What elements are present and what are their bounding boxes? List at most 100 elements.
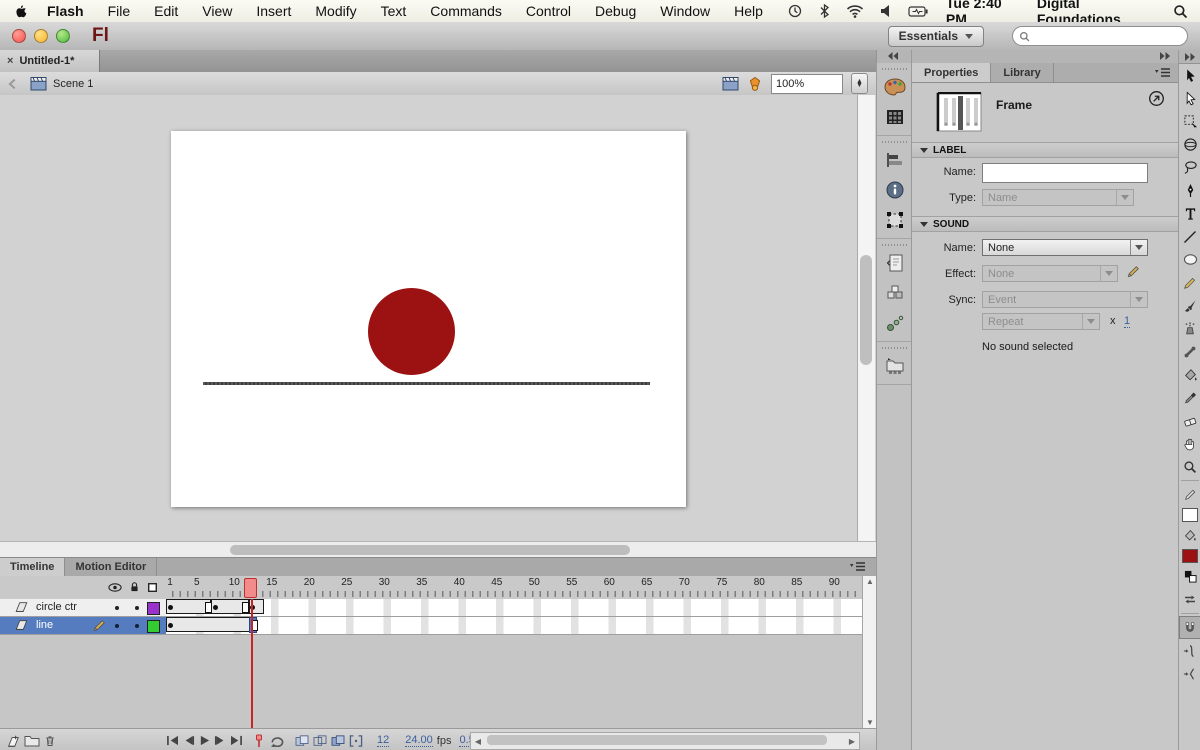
loop-button[interactable] <box>269 734 285 747</box>
layer-toggle-dot[interactable] <box>115 624 119 628</box>
current-frame-value[interactable]: 12 <box>377 734 389 747</box>
stroke-color-icon[interactable] <box>1179 483 1200 506</box>
battery-icon[interactable] <box>908 3 928 19</box>
smooth-tool[interactable] <box>1179 639 1200 662</box>
zoom-tool[interactable] <box>1179 455 1200 478</box>
layer-toggle-dot[interactable] <box>135 624 139 628</box>
document-tab[interactable]: × Untitled-1* <box>0 50 100 72</box>
menu-file[interactable]: File <box>108 3 131 19</box>
keyframe-dot[interactable] <box>168 623 173 628</box>
eyedropper-tool[interactable] <box>1179 386 1200 409</box>
swap-colors-button[interactable] <box>1179 588 1200 611</box>
modify-markers-button[interactable] <box>349 735 363 747</box>
layer-name[interactable]: circle ctr <box>36 601 77 613</box>
zoom-stepper[interactable]: ▲▼ <box>851 73 868 94</box>
scroll-right-icon[interactable]: ▶ <box>846 736 858 747</box>
minimize-window-button[interactable] <box>34 29 48 43</box>
expand-panels-icon[interactable] <box>1184 53 1196 61</box>
play-button[interactable] <box>199 735 210 746</box>
delete-layer-button[interactable] <box>44 734 56 748</box>
color-palette-panel-button[interactable] <box>877 72 912 102</box>
new-folder-button[interactable] <box>24 734 40 747</box>
menu-insert[interactable]: Insert <box>256 3 291 19</box>
info-panel-button[interactable] <box>877 175 912 205</box>
selection-tool[interactable] <box>1179 64 1200 87</box>
line-tool[interactable] <box>1179 225 1200 248</box>
layer-frames-row[interactable] <box>166 599 863 617</box>
layer-toggle-dot[interactable] <box>135 606 139 610</box>
bluetooth-icon[interactable] <box>819 3 830 19</box>
timeline-vertical-scrollbar[interactable]: ▲ ▼ <box>862 576 877 728</box>
stage-circle-shape[interactable] <box>368 288 455 375</box>
menu-debug[interactable]: Debug <box>595 3 636 19</box>
pen-tool[interactable] <box>1179 179 1200 202</box>
keyframe-dot[interactable] <box>168 605 173 610</box>
bone-tool[interactable] <box>1179 340 1200 363</box>
onion-skin-button[interactable] <box>295 735 309 747</box>
stage-vertical-scrollbar[interactable] <box>857 95 875 541</box>
menu-flash[interactable]: Flash <box>47 3 84 19</box>
free-transform-tool[interactable] <box>1179 110 1200 133</box>
time-machine-icon[interactable] <box>787 3 803 19</box>
gripper[interactable] <box>882 138 907 145</box>
spray-brush-tool[interactable] <box>1179 317 1200 340</box>
back-arrow-icon[interactable] <box>6 77 20 91</box>
zoom-window-button[interactable] <box>56 29 70 43</box>
step-forward-button[interactable] <box>214 735 226 746</box>
close-tab-button[interactable]: × <box>7 55 13 67</box>
stage-ground-line[interactable] <box>203 382 650 385</box>
frames-grid[interactable] <box>166 599 863 635</box>
lasso-tool[interactable] <box>1179 156 1200 179</box>
search-input[interactable] <box>1034 29 1168 43</box>
stage-horizontal-scrollbar[interactable] <box>0 541 876 558</box>
transform-panel-button[interactable] <box>877 205 912 235</box>
fill-color-swatch[interactable] <box>1182 549 1198 563</box>
center-frame-button[interactable] <box>253 734 265 748</box>
scroll-down-icon[interactable]: ▼ <box>864 717 876 728</box>
eraser-tool[interactable] <box>1179 409 1200 432</box>
tab-timeline[interactable]: Timeline <box>0 558 65 576</box>
scrollbar-thumb[interactable] <box>230 545 630 555</box>
volume-icon[interactable] <box>880 3 892 19</box>
stage-pasteboard[interactable] <box>0 95 876 541</box>
menu-text[interactable]: Text <box>381 3 407 19</box>
gripper[interactable] <box>882 344 907 351</box>
panel-menu-icon[interactable] <box>1155 68 1171 78</box>
subselection-tool[interactable] <box>1179 87 1200 110</box>
edit-symbols-icon[interactable] <box>747 76 763 92</box>
tools-header[interactable] <box>1179 50 1200 64</box>
code-snippets-panel-button[interactable] <box>877 248 912 278</box>
layer-row-circle-ctr[interactable]: circle ctr <box>0 599 166 617</box>
onion-skin-outlines-button[interactable] <box>313 735 327 747</box>
scroll-left-icon[interactable]: ◀ <box>472 736 484 747</box>
paint-bucket-tool[interactable] <box>1179 363 1200 386</box>
brush-tool[interactable] <box>1179 294 1200 317</box>
edit-sound-envelope-icon[interactable] <box>1126 264 1141 279</box>
components-panel-button[interactable] <box>877 278 912 308</box>
project-panel-button[interactable] <box>877 351 912 381</box>
tab-properties[interactable]: Properties <box>912 63 991 82</box>
menu-help[interactable]: Help <box>734 3 763 19</box>
stroke-color-swatch[interactable] <box>1182 508 1198 522</box>
label-section-header[interactable]: LABEL <box>912 142 1179 158</box>
scrollbar-thumb[interactable] <box>487 735 827 745</box>
workspace-switcher-button[interactable]: Essentials <box>888 26 984 47</box>
layer-name[interactable]: line <box>36 619 53 631</box>
label-name-input[interactable] <box>982 163 1148 183</box>
edit-multiple-frames-button[interactable] <box>331 735 345 747</box>
text-tool[interactable] <box>1179 202 1200 225</box>
spotlight-icon[interactable] <box>1173 4 1188 19</box>
collapse-panels-icon[interactable] <box>887 52 899 60</box>
layer-outline-color-swatch[interactable] <box>147 602 160 615</box>
layer-outline-color-swatch[interactable] <box>147 620 160 633</box>
go-to-first-frame-button[interactable] <box>166 735 179 746</box>
snap-magnet-tool[interactable] <box>1179 616 1200 639</box>
wifi-icon[interactable] <box>846 3 864 19</box>
menu-control[interactable]: Control <box>526 3 571 19</box>
frame-span[interactable] <box>166 617 256 632</box>
scroll-up-icon[interactable]: ▲ <box>864 576 876 587</box>
motion-presets-panel-button[interactable] <box>877 308 912 338</box>
step-back-button[interactable] <box>183 735 195 746</box>
pencil-tool[interactable] <box>1179 271 1200 294</box>
3d-rotation-tool[interactable] <box>1179 133 1200 156</box>
